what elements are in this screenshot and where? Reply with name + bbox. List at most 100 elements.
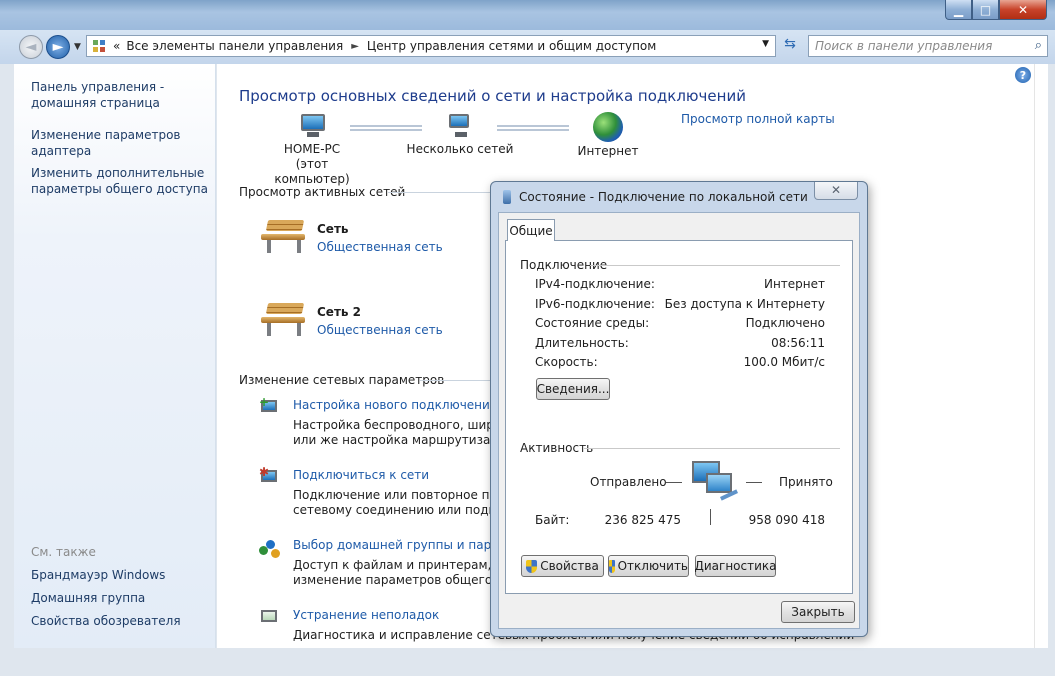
sidebar-item-adapter-settings[interactable]: Изменение параметров адаптера <box>31 127 181 159</box>
sidebar-item-homegroup[interactable]: Домашняя группа <box>31 590 145 606</box>
dialog-close-button[interactable]: ✕ <box>814 182 858 200</box>
media-state-value: Подключено <box>745 316 825 330</box>
ipv6-label: IPv6-подключение: <box>535 297 655 311</box>
see-also-heading: См. также <box>31 545 96 559</box>
task-description: Настройка беспроводного, широко <box>293 418 516 432</box>
divider <box>590 265 840 266</box>
computer-name: HOME-PC <box>283 142 341 156</box>
vertical-scrollbar[interactable] <box>1034 64 1048 648</box>
diagnose-button[interactable]: Диагностика <box>695 555 777 577</box>
media-state-label: Состояние среды: <box>535 316 650 330</box>
divider <box>584 448 840 449</box>
recent-pages-dropdown-icon[interactable]: ▼ <box>74 42 81 52</box>
connection-status-dialog: Состояние - Подключение по локальной сет… <box>490 181 868 637</box>
networks-label: Несколько сетей <box>406 142 514 156</box>
sidebar-item-internet-options[interactable]: Свойства обозревателя <box>31 613 181 629</box>
search-placeholder: Поиск в панели управления <box>815 39 993 53</box>
globe-icon <box>593 112 623 142</box>
maximize-button[interactable]: □ <box>972 0 999 20</box>
received-label: Принято <box>779 475 833 489</box>
details-button[interactable]: Сведения... <box>536 378 610 400</box>
bytes-sent-value: 236 825 475 <box>604 513 681 527</box>
network-activity-icon <box>690 459 740 503</box>
homegroup-icon <box>259 540 281 560</box>
breadcrumb-root[interactable]: Все элементы панели управления <box>126 39 343 53</box>
sidebar-item-firewall[interactable]: Брандмауэр Windows <box>31 567 165 583</box>
search-icon[interactable]: ⌕ <box>1035 38 1042 53</box>
disable-label: Отключить <box>617 559 688 573</box>
public-network-bench-icon <box>259 301 307 337</box>
window-titlebar: ▁ □ ✕ <box>0 0 1055 30</box>
map-node-internet[interactable]: Интернет <box>568 112 648 159</box>
change-settings-heading: Изменение сетевых параметров <box>239 373 445 387</box>
tab-panel-general: Подключение IPv4-подключение: Интернет I… <box>505 240 853 594</box>
help-icon[interactable]: ? <box>1015 67 1031 83</box>
computer-subtitle: (этот компьютер) <box>274 157 350 186</box>
speed-label: Скорость: <box>535 355 598 369</box>
ipv4-label: IPv4-подключение: <box>535 277 655 291</box>
close-window-button[interactable]: ✕ <box>999 0 1047 20</box>
computer-icon <box>297 114 327 138</box>
activity-group-heading: Активность <box>520 441 594 455</box>
task-description: или же настройка маршрутизатора <box>293 433 520 447</box>
dialog-body: Общие Подключение IPv4-подключение: Инте… <box>498 212 860 629</box>
network-type-link[interactable]: Общественная сеть <box>317 323 443 337</box>
speed-value: 100.0 Мбит/с <box>743 355 825 369</box>
divider <box>420 380 492 381</box>
control-panel-icon <box>91 38 107 54</box>
uac-shield-icon <box>526 559 538 573</box>
ipv4-value: Интернет <box>763 277 825 291</box>
divider <box>666 482 682 483</box>
back-button[interactable]: ◄ <box>19 35 43 59</box>
address-overflow-icon[interactable]: « <box>113 39 120 53</box>
network-name: Сеть <box>317 222 349 236</box>
window-controls: ▁ □ ✕ <box>945 0 1047 20</box>
search-input[interactable]: Поиск в панели управления ⌕ <box>808 35 1048 57</box>
full-map-link[interactable]: Просмотр полной карты <box>681 112 835 126</box>
bytes-received-value: 958 090 418 <box>748 513 825 527</box>
properties-label: Свойства <box>540 559 599 573</box>
sent-label: Отправлено <box>590 475 667 489</box>
uac-shield-icon <box>609 559 615 573</box>
minimize-button[interactable]: ▁ <box>945 0 972 20</box>
multiple-networks-icon <box>445 114 475 138</box>
task-description: Подключение или повторное подкл <box>293 488 521 502</box>
task-connect-link[interactable]: Подключиться к сети <box>293 468 429 482</box>
dialog-close-action-button[interactable]: Закрыть <box>781 601 855 623</box>
address-dropdown-icon[interactable]: ▼ <box>762 39 769 49</box>
task-description: сетевому соединению или подклю <box>293 503 514 517</box>
internet-label: Интернет <box>577 144 639 158</box>
new-connection-icon: + <box>259 396 281 418</box>
duration-value: 08:56:11 <box>771 336 825 350</box>
ipv6-value: Без доступа к Интернету <box>664 297 825 311</box>
refresh-icon[interactable]: ⇆ <box>779 36 801 56</box>
divider <box>388 192 492 193</box>
network-type-link[interactable]: Общественная сеть <box>317 240 443 254</box>
troubleshoot-icon <box>259 608 281 628</box>
sidebar-item-home[interactable]: Панель управления - домашняя страница <box>31 79 164 111</box>
properties-button[interactable]: Свойства <box>521 555 604 577</box>
breadcrumb-current[interactable]: Центр управления сетями и общим доступом <box>367 39 656 53</box>
dialog-title: Состояние - Подключение по локальной сет… <box>519 190 808 204</box>
address-bar[interactable]: « Все элементы панели управления ► Центр… <box>86 35 776 57</box>
tab-general[interactable]: Общие <box>507 219 555 241</box>
breadcrumb-separator-icon[interactable]: ► <box>351 41 359 52</box>
bytes-label: Байт: <box>535 513 570 527</box>
disable-button[interactable]: Отключить <box>608 555 689 577</box>
active-networks-heading: Просмотр активных сетей <box>239 185 406 199</box>
page-title: Просмотр основных сведений о сети и наст… <box>239 87 746 105</box>
task-troubleshoot-link[interactable]: Устранение неполадок <box>293 608 439 622</box>
map-node-computer[interactable]: HOME-PC (этот компьютер) <box>262 114 362 187</box>
divider <box>710 509 711 525</box>
connect-network-icon: ✱ <box>259 466 281 488</box>
task-description: изменение параметров общего дос <box>293 573 519 587</box>
forward-button[interactable]: ► <box>46 35 70 59</box>
map-node-networks[interactable]: Несколько сетей <box>405 114 515 157</box>
divider <box>746 482 762 483</box>
sidebar-item-sharing-settings[interactable]: Изменить дополнительные параметры общего… <box>31 165 208 197</box>
task-homegroup-link[interactable]: Выбор домашней группы и параме <box>293 538 515 552</box>
duration-label: Длительность: <box>535 336 629 350</box>
network-connection-icon <box>503 190 511 204</box>
network-name: Сеть 2 <box>317 305 362 319</box>
public-network-bench-icon <box>259 218 307 254</box>
